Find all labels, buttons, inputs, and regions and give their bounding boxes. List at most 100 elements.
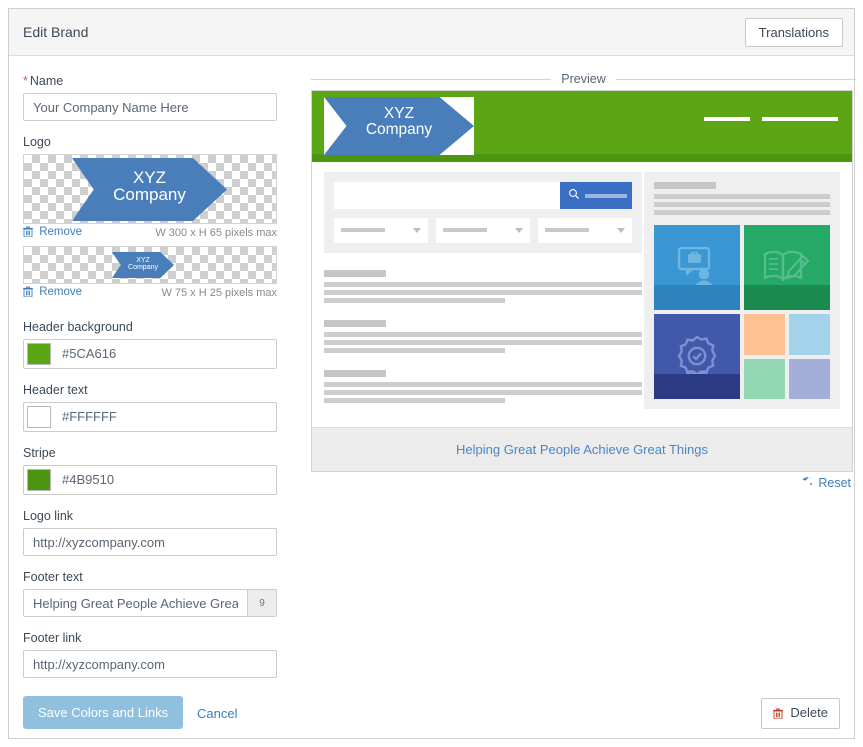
preview-header-band: XYZ Company bbox=[312, 91, 852, 155]
preview-side-column bbox=[644, 172, 840, 409]
preview-select-1-placeholder bbox=[341, 228, 385, 232]
delete-button[interactable]: Delete bbox=[760, 698, 840, 729]
preview-tile-award bbox=[654, 314, 740, 399]
logo-preview-large: XYZ Company bbox=[23, 154, 277, 224]
reset-button[interactable]: Reset bbox=[801, 475, 851, 491]
cancel-button[interactable]: Cancel bbox=[197, 706, 237, 721]
header-text-label: Header text bbox=[23, 383, 88, 397]
header-text-value: #FFFFFF bbox=[62, 409, 117, 424]
stripe-swatch[interactable] bbox=[27, 469, 51, 491]
preview-result-line bbox=[324, 382, 642, 387]
logo-small-line1: XYZ bbox=[136, 257, 150, 264]
logo-large-meta: Remove W 300 x H 65 pixels max bbox=[23, 226, 277, 246]
remove-logo-small-button[interactable]: Remove bbox=[23, 286, 82, 300]
header-background-label: Header background bbox=[23, 320, 133, 334]
remove-logo-small-label: Remove bbox=[39, 286, 83, 298]
preview-search-label-placeholder bbox=[585, 193, 627, 198]
footer-link-input[interactable] bbox=[23, 650, 277, 678]
name-input[interactable] bbox=[23, 93, 277, 121]
stripe-field[interactable]: #4B9510 bbox=[23, 465, 277, 495]
preview-tile-book-pencil bbox=[744, 225, 830, 310]
preview-tile-quad bbox=[744, 314, 830, 399]
logo-line1: XYZ bbox=[132, 168, 167, 187]
preview-quad-cell bbox=[744, 358, 785, 399]
preview-result-line bbox=[324, 290, 642, 295]
dialog-titlebar: Edit Brand Translations bbox=[9, 9, 854, 56]
preview-quad-cell bbox=[789, 358, 830, 399]
remove-logo-large-button[interactable]: Remove bbox=[23, 226, 82, 240]
preview-rule-left bbox=[311, 78, 552, 80]
preview-search-input bbox=[334, 182, 560, 209]
logo-small-meta: Remove W 75 x H 25 pixels max bbox=[23, 286, 277, 306]
preview-result-line bbox=[324, 390, 642, 395]
preview-frame: XYZ Company Helping Great People Achieve… bbox=[311, 90, 853, 472]
preview-search-row bbox=[334, 182, 632, 209]
dialog-body: *Name Logo XYZ Company Remove W 300 x H … bbox=[9, 56, 856, 739]
preview-quad-cell bbox=[744, 314, 785, 355]
preview-result-item bbox=[324, 320, 642, 353]
remove-logo-large-label: Remove bbox=[39, 226, 83, 238]
preview-main-column bbox=[324, 172, 642, 406]
preview-quad-cell bbox=[789, 314, 830, 355]
preview-tile-footer bbox=[654, 374, 740, 399]
preview-logo-line2: Company bbox=[365, 121, 433, 139]
preview-select-3 bbox=[538, 218, 632, 243]
preview-footer-link[interactable]: Helping Great People Achieve Great Thing… bbox=[456, 442, 708, 457]
preview-nav-placeholders bbox=[704, 117, 838, 121]
header-background-field[interactable]: #5CA616 bbox=[23, 339, 277, 369]
preview-footer: Helping Great People Achieve Great Thing… bbox=[312, 427, 852, 471]
book-pencil-icon bbox=[763, 250, 810, 282]
preview-select-1 bbox=[334, 218, 428, 243]
header-background-value: #5CA616 bbox=[62, 346, 117, 361]
preview-result-heading bbox=[324, 270, 386, 277]
logo-link-input[interactable] bbox=[23, 528, 277, 556]
logo-line2: Company bbox=[113, 185, 186, 205]
footer-text-input[interactable] bbox=[23, 589, 247, 617]
edit-brand-dialog: Edit Brand Translations *Name Logo XYZ C… bbox=[8, 8, 856, 739]
preview-result-heading bbox=[324, 370, 386, 377]
preview-result-line bbox=[324, 282, 642, 287]
footer-text-counter: 9 bbox=[247, 589, 277, 617]
header-text-swatch[interactable] bbox=[27, 406, 51, 428]
reset-row: Reset bbox=[311, 472, 853, 498]
save-button[interactable]: Save Colors and Links bbox=[23, 696, 184, 729]
reset-label: Reset bbox=[818, 476, 851, 490]
preview-result-line bbox=[324, 398, 506, 403]
preview-result-item bbox=[324, 370, 642, 403]
logo-large-dimensions: W 300 x H 65 pixels max bbox=[155, 227, 277, 239]
preview-stripe bbox=[312, 154, 852, 162]
preview-logo-line1: XYZ bbox=[383, 105, 415, 122]
trash-icon bbox=[772, 707, 787, 722]
name-label-text: Name bbox=[29, 74, 64, 88]
logo-chevron-large: XYZ Company bbox=[72, 158, 227, 221]
logo-small-dimensions: W 75 x H 25 pixels max bbox=[161, 287, 277, 299]
footer-text-label: Footer text bbox=[23, 570, 83, 584]
preview-select-2 bbox=[436, 218, 530, 243]
preview-search-card bbox=[324, 172, 642, 253]
logo-small-line2: Company bbox=[128, 264, 158, 272]
preview-select-2-placeholder bbox=[443, 228, 487, 232]
footer-text-group: 9 bbox=[23, 589, 277, 617]
stripe-value: #4B9510 bbox=[62, 472, 115, 487]
header-background-swatch[interactable] bbox=[27, 343, 51, 365]
translations-button[interactable]: Translations bbox=[744, 18, 843, 47]
preview-body bbox=[312, 162, 852, 427]
preview-result-line bbox=[324, 340, 642, 345]
undo-arrow-icon bbox=[801, 475, 815, 491]
required-asterisk: * bbox=[23, 74, 28, 88]
preview-search-button bbox=[560, 182, 632, 209]
trash-icon bbox=[23, 286, 36, 300]
preview-side-line bbox=[654, 202, 830, 207]
header-text-field[interactable]: #FFFFFF bbox=[23, 402, 277, 432]
preview-heading: Preview bbox=[311, 68, 856, 90]
logo-chevron-small: XYZ Company bbox=[112, 252, 174, 278]
preview-result-line bbox=[324, 332, 642, 337]
brand-form: *Name Logo XYZ Company Remove W 300 x H … bbox=[23, 68, 291, 678]
preview-side-line bbox=[654, 194, 830, 199]
preview-tile-footer bbox=[744, 285, 830, 310]
preview-result-line bbox=[324, 298, 506, 303]
preview-side-heading bbox=[654, 182, 716, 189]
chevron-down-icon bbox=[413, 228, 421, 233]
preview-nav-item-1 bbox=[704, 117, 750, 121]
chevron-down-icon bbox=[617, 228, 625, 233]
